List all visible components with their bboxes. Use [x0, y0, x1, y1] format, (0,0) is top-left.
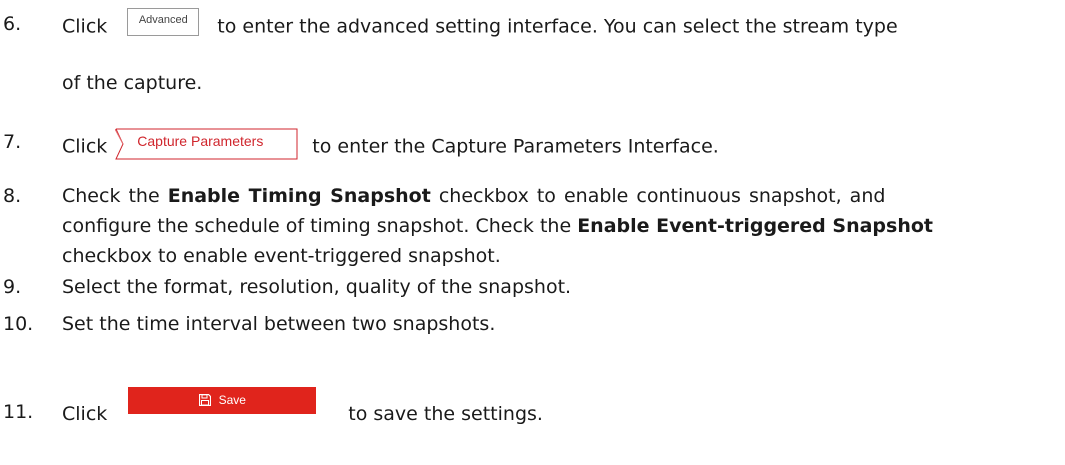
step-text: to save the settings.	[348, 403, 543, 425]
step-text: to enter the Capture Parameters Interfac…	[312, 135, 719, 158]
step-text: checkbox to enable continuous snapshot, …	[438, 185, 886, 207]
step-number: 7.	[3, 131, 22, 153]
step-text: Set the time interval between two snapsh…	[62, 313, 496, 335]
save-button[interactable]: Save	[128, 387, 317, 414]
step-text: to enter the advanced setting interface.…	[217, 15, 898, 38]
step-text: of the capture.	[62, 72, 203, 94]
step-number: 9.	[3, 276, 22, 298]
step-text: Select the format, resolution, quality o…	[62, 276, 572, 298]
capture-parameters-tab[interactable]: Capture Parameters	[115, 128, 298, 160]
advanced-button[interactable]: Advanced	[127, 8, 200, 36]
option-name: Enable Event-triggered Snapshot	[577, 215, 934, 237]
save-label: Save	[218, 393, 246, 407]
step-text: configure the schedule of timing snapsho…	[62, 215, 572, 237]
step-text: checkbox to enable event-triggered snaps…	[62, 245, 501, 267]
step-number: 10.	[3, 313, 34, 335]
step-text: Click	[62, 135, 108, 158]
capture-parameters-label: Capture Parameters	[137, 133, 264, 149]
step-text: Check the	[62, 185, 160, 207]
option-name: Enable Timing Snapshot	[167, 185, 431, 207]
step-text: Click	[62, 15, 108, 38]
step-number: 6.	[3, 13, 22, 35]
step-text: Click	[62, 403, 108, 425]
step-number: 8.	[3, 185, 22, 207]
step-number: 11.	[3, 401, 34, 423]
floppy-disk-icon	[198, 394, 211, 406]
